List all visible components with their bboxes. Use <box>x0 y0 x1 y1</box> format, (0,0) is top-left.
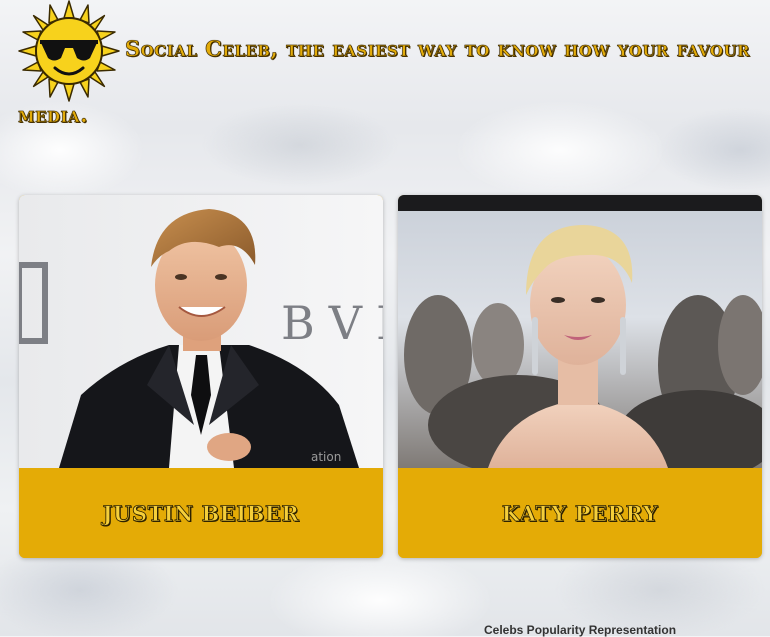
celeb-name-katy[interactable]: KATY PERRY <box>501 500 659 526</box>
site-tagline-continued: media. <box>18 102 89 128</box>
sun-sunglasses-logo-icon[interactable] <box>18 0 120 102</box>
svg-text:ation: ation <box>311 450 341 464</box>
celeb-photo-justin: BVL ation <box>19 195 383 468</box>
celeb-name-caption[interactable]: KATY PERRY <box>398 468 762 558</box>
celeb-card-justin[interactable]: BVL ation JUSTIN BEIBER <box>19 195 383 558</box>
celeb-name-justin[interactable]: JUSTIN BEIBER <box>102 500 300 526</box>
site-tagline: Social Celeb, the easiest way to know ho… <box>125 36 750 61</box>
chart-heading: Celebs Popularity Representation <box>484 623 677 637</box>
celeb-name-caption[interactable]: JUSTIN BEIBER <box>19 468 383 558</box>
celeb-card-katy[interactable]: KATY PERRY <box>398 195 762 558</box>
svg-text:BVL: BVL <box>281 296 383 350</box>
celeb-photo-katy <box>398 195 762 468</box>
site-header: Social Celeb, the easiest way to know ho… <box>0 0 770 130</box>
